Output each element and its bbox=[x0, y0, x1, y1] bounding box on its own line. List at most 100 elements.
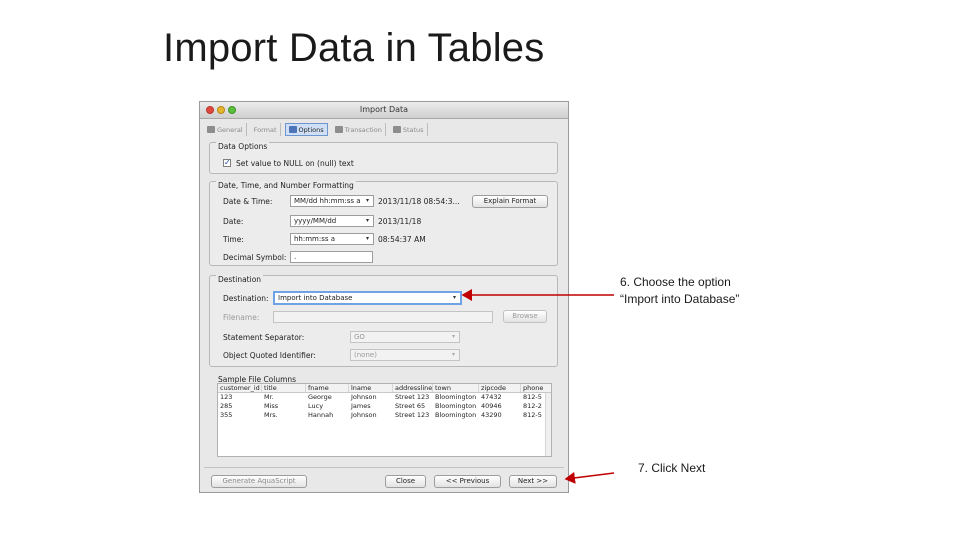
status-icon bbox=[392, 126, 401, 133]
datetime-label: Date & Time: bbox=[223, 197, 273, 206]
formatting-group: Date, Time, and Number Formatting Date &… bbox=[209, 181, 558, 266]
tab-label: Format bbox=[253, 125, 277, 134]
tab-label: General bbox=[217, 125, 243, 134]
group-label: Data Options bbox=[216, 142, 270, 151]
chevron-down-icon: ▾ bbox=[365, 217, 369, 224]
general-icon bbox=[207, 126, 215, 133]
slide-title: Import Data in Tables bbox=[163, 26, 545, 70]
table-cell: 43290 bbox=[481, 411, 502, 419]
table-cell: Hannah bbox=[308, 411, 334, 419]
footer-divider bbox=[204, 467, 564, 468]
table-cell: 355 bbox=[220, 411, 233, 419]
browse-button[interactable]: Browse bbox=[503, 310, 547, 323]
datetime-format-combo[interactable]: MM/dd hh:mm:ss a ▾ bbox=[290, 195, 374, 207]
table-cell: Street 123 bbox=[395, 411, 430, 419]
window-titlebar: Import Data bbox=[200, 102, 568, 119]
sample-columns-table[interactable]: customer_id title fname lname addresslin… bbox=[217, 383, 552, 457]
column-header[interactable]: lname bbox=[349, 384, 393, 392]
table-scrollbar[interactable] bbox=[545, 393, 551, 456]
wizard-tabs: General Format Options Transaction Statu… bbox=[204, 123, 428, 136]
tab-format[interactable]: Format bbox=[251, 123, 281, 136]
generate-aquascript-button[interactable]: Generate AquaScript bbox=[211, 475, 307, 488]
chevron-down-icon: ▾ bbox=[451, 333, 455, 340]
table-cell: Johnson bbox=[351, 393, 377, 401]
time-label: Time: bbox=[223, 235, 244, 244]
table-cell: James bbox=[351, 402, 371, 410]
transaction-icon bbox=[334, 126, 343, 133]
tab-options[interactable]: Options bbox=[284, 123, 328, 136]
column-header[interactable]: town bbox=[433, 384, 479, 392]
tab-label: Options bbox=[298, 125, 324, 134]
table-cell: Johnson bbox=[351, 411, 377, 419]
table-row[interactable]: 285 Miss Lucy James Street 65 Bloomingto… bbox=[218, 402, 551, 411]
combo-value: MM/dd hh:mm:ss a bbox=[294, 197, 361, 205]
table-cell: Miss bbox=[264, 402, 279, 410]
table-cell: 285 bbox=[220, 402, 233, 410]
quoted-identifier-combo[interactable]: (none) ▾ bbox=[350, 349, 460, 361]
tab-status[interactable]: Status bbox=[390, 123, 428, 136]
column-header[interactable]: title bbox=[262, 384, 306, 392]
table-cell: Street 65 bbox=[395, 402, 426, 410]
table-cell: Bloomington bbox=[435, 411, 477, 419]
table-header-row: customer_id title fname lname addresslin… bbox=[218, 384, 551, 393]
column-header[interactable]: customer_id bbox=[218, 384, 262, 392]
table-row[interactable]: 123 Mr. George Johnson Street 123 Bloomi… bbox=[218, 393, 551, 402]
column-header[interactable]: phone bbox=[521, 384, 547, 392]
time-format-combo[interactable]: hh:mm:ss a ▾ bbox=[290, 233, 374, 245]
statement-separator-combo[interactable]: GO ▾ bbox=[350, 331, 460, 343]
group-label: Destination bbox=[216, 275, 264, 284]
next-button[interactable]: Next >> bbox=[509, 475, 557, 488]
column-header[interactable]: addressline bbox=[393, 384, 433, 392]
table-row[interactable]: 355 Mrs. Hannah Johnson Street 123 Bloom… bbox=[218, 411, 551, 420]
table-cell: Street 123 bbox=[395, 393, 430, 401]
column-header[interactable]: zipcode bbox=[479, 384, 521, 392]
step7-annotation: 7. Click Next bbox=[638, 461, 706, 475]
time-preview: 08:54:37 AM bbox=[378, 235, 426, 244]
null-text-label: Set value to NULL on (null) text bbox=[236, 159, 354, 168]
table-cell: Bloomington bbox=[435, 393, 477, 401]
destination-label: Destination: bbox=[223, 294, 269, 303]
table-cell: 123 bbox=[220, 393, 233, 401]
destination-combo[interactable]: Import into Database ▾ bbox=[273, 291, 462, 305]
date-label: Date: bbox=[223, 217, 244, 226]
combo-value: Import into Database bbox=[278, 294, 353, 302]
table-cell: Mr. bbox=[264, 393, 274, 401]
chevron-down-icon: ▾ bbox=[365, 197, 369, 204]
table-cell: Lucy bbox=[308, 402, 324, 410]
step6-line2: “Import into Database” bbox=[620, 292, 740, 306]
combo-value: (none) bbox=[354, 351, 377, 359]
null-text-checkbox[interactable]: ✓ bbox=[223, 159, 231, 167]
date-format-combo[interactable]: yyyy/MM/dd ▾ bbox=[290, 215, 374, 227]
explain-format-button[interactable]: Explain Format bbox=[472, 195, 548, 208]
filename-input[interactable] bbox=[273, 311, 493, 323]
combo-value: hh:mm:ss a bbox=[294, 235, 336, 243]
table-cell: 812-5 bbox=[523, 411, 542, 419]
decimal-label: Decimal Symbol: bbox=[223, 253, 287, 262]
group-label: Date, Time, and Number Formatting bbox=[216, 181, 356, 190]
date-preview: 2013/11/18 bbox=[378, 217, 422, 226]
chevron-down-icon: ▾ bbox=[365, 235, 369, 242]
table-cell: Mrs. bbox=[264, 411, 278, 419]
chevron-down-icon: ▾ bbox=[451, 351, 455, 358]
tab-label: Status bbox=[402, 125, 424, 134]
quoted-identifier-label: Object Quoted Identifier: bbox=[223, 351, 316, 360]
import-data-dialog: Import Data General Format Options Trans… bbox=[199, 101, 569, 493]
tab-label: Transaction bbox=[344, 125, 382, 134]
window-title: Import Data bbox=[359, 105, 409, 114]
step6-annotation: 6. Choose the option “Import into Databa… bbox=[620, 274, 739, 308]
decimal-symbol-input[interactable]: . bbox=[290, 251, 373, 263]
table-cell: 812-5 bbox=[523, 393, 542, 401]
close-button[interactable]: Close bbox=[385, 475, 426, 488]
combo-value: yyyy/MM/dd bbox=[294, 217, 337, 225]
separator-label: Statement Separator: bbox=[223, 333, 305, 342]
tab-general[interactable]: General bbox=[204, 123, 247, 136]
previous-button[interactable]: << Previous bbox=[434, 475, 501, 488]
options-icon bbox=[288, 126, 297, 133]
table-cell: 812-2 bbox=[523, 402, 542, 410]
destination-group: Destination Destination: Import into Dat… bbox=[209, 275, 558, 367]
table-cell: George bbox=[308, 393, 332, 401]
filename-label: Filename: bbox=[223, 313, 260, 322]
step6-line1: 6. Choose the option bbox=[620, 275, 731, 289]
tab-transaction[interactable]: Transaction bbox=[332, 123, 386, 136]
column-header[interactable]: fname bbox=[306, 384, 349, 392]
